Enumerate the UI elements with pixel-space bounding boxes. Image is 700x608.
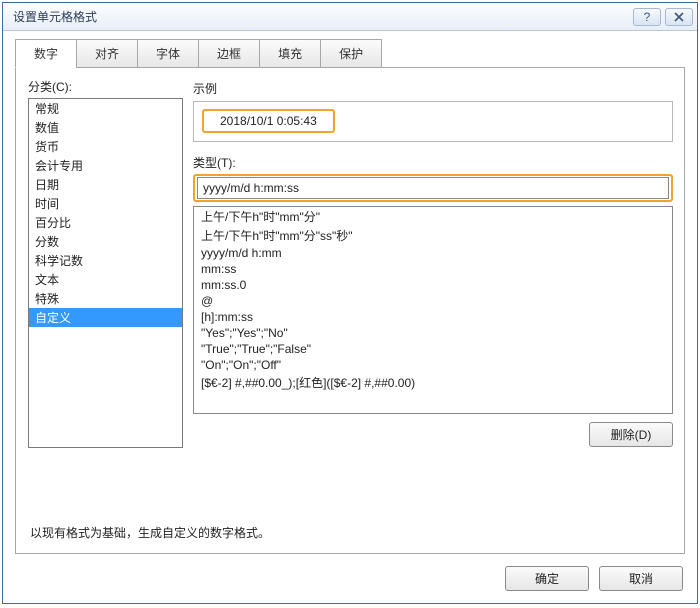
ok-button[interactable]: 确定	[505, 566, 589, 591]
tab-alignment[interactable]: 对齐	[76, 39, 138, 68]
category-item-fraction[interactable]: 分数	[29, 232, 182, 251]
category-item-general[interactable]: 常规	[29, 99, 182, 118]
close-button[interactable]	[665, 8, 693, 26]
hint-text: 以现有格式为基础，生成自定义的数字格式。	[30, 524, 672, 541]
format-item[interactable]: yyyy/m/d h:mm	[194, 245, 672, 261]
format-item[interactable]: [h]:mm:ss	[194, 309, 672, 325]
type-label: 类型(T):	[193, 154, 673, 171]
tab-fill[interactable]: 填充	[259, 39, 321, 68]
format-item[interactable]: mm:ss	[194, 261, 672, 277]
sample-box: 2018/10/1 0:05:43	[193, 101, 673, 142]
category-item-special[interactable]: 特殊	[29, 289, 182, 308]
category-item-percentage[interactable]: 百分比	[29, 213, 182, 232]
format-item[interactable]: [$€-2] #,##0.00_);[红色]([$€-2] #,##0.00)	[194, 373, 672, 392]
sample-value: 2018/10/1 0:05:43	[202, 109, 335, 133]
tab-number[interactable]: 数字	[15, 39, 77, 68]
cancel-button[interactable]: 取消	[599, 566, 683, 591]
delete-row: 删除(D)	[193, 422, 673, 447]
format-item[interactable]: 上午/下午h"时"mm"分"ss"秒"	[194, 226, 672, 245]
tab-border[interactable]: 边框	[198, 39, 260, 68]
dialog-content: 数字 对齐 字体 边框 填充 保护 分类(C): 常规 数值 货币 会计专用 日…	[3, 31, 697, 554]
category-item-text[interactable]: 文本	[29, 270, 182, 289]
dialog-footer: 确定 取消	[3, 554, 697, 603]
category-item-date[interactable]: 日期	[29, 175, 182, 194]
tab-font[interactable]: 字体	[137, 39, 199, 68]
tabs: 数字 对齐 字体 边框 填充 保护	[15, 39, 685, 68]
format-item[interactable]: @	[194, 293, 672, 309]
type-input[interactable]	[197, 177, 669, 199]
category-item-time[interactable]: 时间	[29, 194, 182, 213]
format-item[interactable]: "Yes";"Yes";"No"	[194, 325, 672, 341]
format-cells-dialog: 设置单元格格式 ? 数字 对齐 字体 边框 填充 保护 分类(C): 常规	[2, 2, 698, 604]
window-title: 设置单元格格式	[13, 8, 97, 25]
help-button[interactable]: ?	[633, 8, 661, 26]
category-label: 分类(C):	[28, 78, 183, 95]
format-item[interactable]: "On";"On";"Off"	[194, 357, 672, 373]
category-item-scientific[interactable]: 科学记数	[29, 251, 182, 270]
tab-protection[interactable]: 保护	[320, 39, 382, 68]
category-item-accounting[interactable]: 会计专用	[29, 156, 182, 175]
titlebar: 设置单元格格式 ?	[3, 3, 697, 31]
category-item-currency[interactable]: 货币	[29, 137, 182, 156]
category-column: 分类(C): 常规 数值 货币 会计专用 日期 时间 百分比 分数 科学记数 文…	[28, 78, 183, 512]
format-item[interactable]: 上午/下午h"时"mm"分"	[194, 207, 672, 226]
category-listbox[interactable]: 常规 数值 货币 会计专用 日期 时间 百分比 分数 科学记数 文本 特殊 自定…	[28, 98, 183, 448]
category-item-custom[interactable]: 自定义	[29, 308, 182, 327]
format-item[interactable]: "True";"True";"False"	[194, 341, 672, 357]
sample-label: 示例	[193, 80, 673, 97]
number-pane: 分类(C): 常规 数值 货币 会计专用 日期 时间 百分比 分数 科学记数 文…	[15, 67, 685, 554]
close-icon	[674, 12, 684, 22]
delete-button[interactable]: 删除(D)	[589, 422, 673, 447]
category-item-number[interactable]: 数值	[29, 118, 182, 137]
detail-column: 示例 2018/10/1 0:05:43 类型(T): 上午/下午h"时"mm"…	[193, 78, 673, 512]
format-item[interactable]: mm:ss.0	[194, 277, 672, 293]
format-list[interactable]: 上午/下午h"时"mm"分" 上午/下午h"时"mm"分"ss"秒" yyyy/…	[193, 206, 673, 414]
type-highlight	[193, 174, 673, 202]
